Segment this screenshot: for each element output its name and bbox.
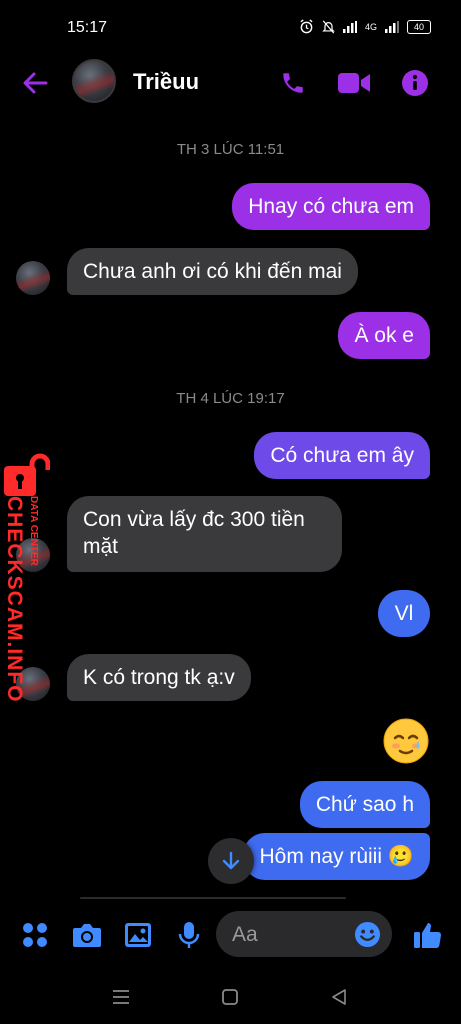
status-icons: 4G 40 bbox=[299, 19, 431, 34]
contact-avatar-small[interactable] bbox=[16, 261, 50, 295]
system-navigation-bar bbox=[0, 968, 461, 1024]
signal-bars-icon bbox=[385, 20, 399, 33]
emoji-icon bbox=[354, 921, 380, 947]
back-triangle-icon bbox=[332, 989, 346, 1005]
home-button[interactable] bbox=[217, 985, 243, 1009]
outgoing-message[interactable]: Vl bbox=[378, 590, 430, 637]
thumbs-up-icon bbox=[414, 923, 442, 948]
watermark-tagline: DATA CENTER bbox=[28, 496, 39, 566]
watermark-brand: CHECKSCAM.INFO bbox=[3, 496, 26, 703]
battery-icon: 40 bbox=[407, 19, 431, 34]
scroll-to-bottom-button[interactable] bbox=[208, 838, 254, 884]
message-line: Con vừa lấy đc 300 tiền bbox=[83, 508, 305, 531]
outgoing-message[interactable]: Hôm nay rùiii 🥲 bbox=[243, 833, 430, 880]
alarm-icon bbox=[300, 19, 313, 34]
outgoing-message[interactable]: Chứ sao h bbox=[299, 781, 430, 828]
message-composer bbox=[0, 908, 461, 962]
status-bar: 15:17 4G 40 bbox=[0, 0, 461, 56]
status-time: 15:17 bbox=[67, 19, 108, 36]
message-input-container[interactable] bbox=[216, 911, 392, 957]
mute-bell-icon bbox=[322, 19, 335, 34]
timestamp-divider: TH 4 LÚC 19:17 bbox=[176, 390, 285, 407]
message-line: mặt bbox=[83, 535, 119, 558]
outgoing-message[interactable]: Có chưa em ây bbox=[254, 432, 430, 479]
gallery-button[interactable] bbox=[123, 920, 153, 950]
outgoing-message[interactable]: À ok e bbox=[338, 312, 430, 359]
gallery-icon bbox=[125, 923, 151, 947]
video-call-button[interactable] bbox=[336, 68, 372, 98]
arrow-left-icon bbox=[23, 72, 48, 94]
camera-button[interactable] bbox=[71, 920, 103, 950]
like-button[interactable] bbox=[411, 918, 445, 952]
typing-divider bbox=[80, 897, 346, 899]
padlock-icon bbox=[4, 453, 50, 496]
arrow-down-icon bbox=[222, 851, 240, 870]
message-input[interactable] bbox=[230, 921, 354, 949]
camera-icon bbox=[73, 924, 101, 947]
info-button[interactable] bbox=[400, 68, 430, 98]
apps-icon bbox=[23, 923, 47, 947]
voice-message-button[interactable] bbox=[175, 920, 203, 950]
signal-bars-icon bbox=[342, 20, 357, 33]
watermark: CHECKSCAM.INFO DATA CENTER bbox=[2, 452, 56, 703]
chat-header: Triềuu bbox=[0, 56, 461, 110]
apps-button[interactable] bbox=[20, 920, 50, 950]
contact-avatar[interactable] bbox=[72, 59, 116, 103]
voice-call-button[interactable] bbox=[278, 68, 308, 98]
timestamp-divider: TH 3 LÚC 11:51 bbox=[176, 141, 285, 158]
video-camera-icon bbox=[338, 73, 370, 93]
network-type-label: 4G bbox=[364, 21, 377, 32]
back-nav-button[interactable] bbox=[326, 985, 352, 1009]
emoji-button[interactable] bbox=[353, 920, 381, 948]
outgoing-message[interactable]: Hnay có chưa em bbox=[232, 183, 430, 230]
phone-icon bbox=[283, 73, 303, 93]
contact-name[interactable]: Triềuu bbox=[133, 69, 199, 95]
home-square-icon bbox=[222, 989, 238, 1005]
smiling-face-with-tear-icon bbox=[383, 718, 429, 764]
info-icon bbox=[402, 70, 428, 96]
incoming-message[interactable]: K có trong tk ạ:v bbox=[67, 654, 251, 701]
back-button[interactable] bbox=[20, 68, 50, 98]
incoming-message[interactable]: Con vừa lấy đc 300 tiền mặt bbox=[67, 496, 342, 572]
menu-lines-icon bbox=[113, 990, 129, 1004]
microphone-icon bbox=[178, 922, 200, 948]
emoji-message[interactable]: 🥲 bbox=[382, 717, 430, 765]
incoming-message[interactable]: Chưa anh ơi có khi đến mai bbox=[67, 248, 358, 295]
recent-apps-button[interactable] bbox=[108, 986, 134, 1008]
